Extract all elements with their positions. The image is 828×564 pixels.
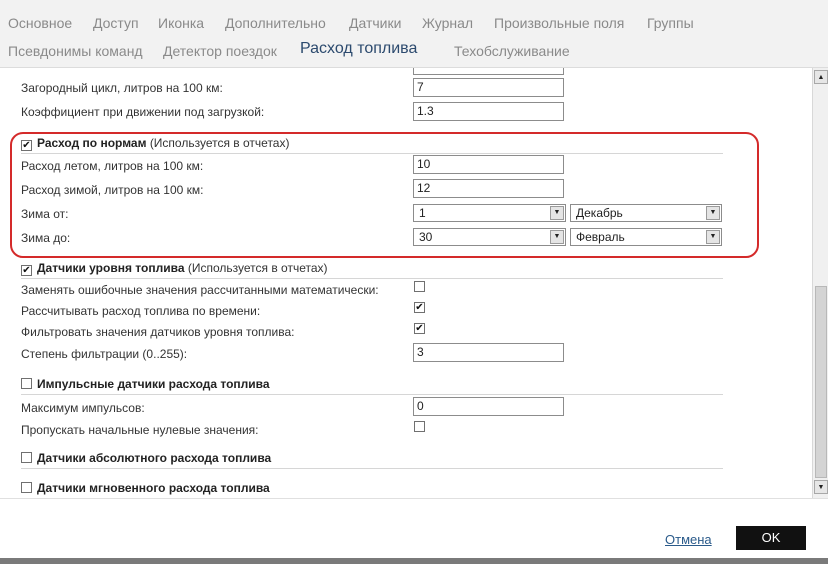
divider (21, 153, 723, 154)
load-coefficient-input[interactable]: 1.3 (413, 102, 564, 121)
winter-to-day-select[interactable]: 30 ▼ (413, 228, 566, 246)
norms-checkbox[interactable]: ✔ (21, 140, 32, 151)
filter-degree-input[interactable]: 3 (413, 343, 564, 362)
load-coefficient-label: Коэффициент при движении под загрузкой: (21, 105, 265, 119)
winter-from-month-value: Декабрь (576, 206, 623, 220)
tab-groups[interactable]: Группы (647, 14, 694, 32)
tab-sensors[interactable]: Датчики (349, 14, 401, 32)
calc-by-time-label: Рассчитывать расход топлива по времени: (21, 304, 261, 318)
replace-errors-label: Заменять ошибочные значения рассчитанным… (21, 283, 379, 297)
ok-button[interactable]: OK (736, 526, 806, 550)
tab-advanced[interactable]: Дополнительно (225, 14, 326, 32)
winter-from-day-value: 1 (419, 206, 426, 220)
filter-values-checkbox[interactable]: ✔ (414, 323, 425, 334)
norms-title: Расход по нормам (37, 136, 147, 150)
chevron-down-icon[interactable]: ▼ (706, 206, 720, 220)
tab-main[interactable]: Основное (8, 14, 72, 32)
dialog-footer: Отмена OK (0, 498, 828, 564)
winter-to-day-value: 30 (419, 230, 433, 244)
divider (21, 278, 723, 279)
tab-fuel-consumption[interactable]: Расход топлива (300, 40, 417, 58)
level-sensors-checkbox[interactable]: ✔ (21, 265, 32, 276)
instant-sensors-header: Датчики мгновенного расхода топлива (21, 481, 270, 495)
suburban-consumption-input[interactable]: 7 (413, 78, 564, 97)
bottom-edge (0, 558, 828, 564)
winter-to-month-value: Февраль (576, 230, 625, 244)
winter-consumption-input[interactable]: 12 (413, 179, 564, 198)
winter-to-label: Зима до: (21, 231, 71, 245)
tab-custom-fields[interactable]: Произвольные поля (494, 14, 624, 32)
absolute-sensors-header: Датчики абсолютного расхода топлива (21, 451, 271, 465)
tab-maintenance[interactable]: Техобслуживание (454, 42, 570, 60)
filter-values-label: Фильтровать значения датчиков уровня топ… (21, 325, 295, 339)
level-sensors-hint: (Используется в отчетах) (187, 261, 328, 275)
absolute-sensors-title: Датчики абсолютного расхода топлива (37, 451, 272, 465)
replace-errors-checkbox[interactable] (414, 281, 425, 292)
scroll-down-arrow-icon[interactable]: ▼ (814, 480, 828, 494)
level-sensors-header: ✔ Датчики уровня топлива (Используется в … (21, 261, 328, 276)
impulse-sensors-title: Импульсные датчики расхода топлива (37, 377, 270, 391)
max-impulses-label: Максимум импульсов: (21, 401, 145, 415)
winter-from-day-select[interactable]: 1 ▼ (413, 204, 566, 222)
calc-by-time-checkbox[interactable]: ✔ (414, 302, 425, 313)
skip-zero-label: Пропускать начальные нулевые значения: (21, 423, 259, 437)
absolute-sensors-checkbox[interactable] (21, 452, 32, 463)
winter-consumption-label: Расход зимой, литров на 100 км: (21, 183, 204, 197)
tab-journal[interactable]: Журнал (422, 14, 473, 32)
tab-trip-detector[interactable]: Детектор поездок (163, 42, 277, 60)
winter-from-month-select[interactable]: Декабрь ▼ (570, 204, 722, 222)
summer-consumption-label: Расход летом, литров на 100 км: (21, 159, 204, 173)
scrollbar-thumb[interactable] (815, 286, 827, 478)
chevron-down-icon[interactable]: ▼ (550, 206, 564, 220)
instant-sensors-title: Датчики мгновенного расхода топлива (37, 481, 270, 495)
tab-icon[interactable]: Иконка (158, 14, 204, 32)
tab-bar: Основное Доступ Иконка Дополнительно Дат… (0, 0, 828, 68)
level-sensors-title: Датчики уровня топлива (37, 261, 185, 275)
divider (21, 394, 723, 395)
divider (21, 468, 723, 469)
impulse-sensors-header: Импульсные датчики расхода топлива (21, 377, 270, 391)
tab-command-aliases[interactable]: Псевдонимы команд (8, 42, 143, 60)
winter-from-label: Зима от: (21, 207, 69, 221)
skip-zero-checkbox[interactable] (414, 421, 425, 432)
summer-consumption-input[interactable]: 10 (413, 155, 564, 174)
impulse-sensors-checkbox[interactable] (21, 378, 32, 389)
norms-section-header: ✔ Расход по нормам (Используется в отчета… (21, 136, 289, 151)
vertical-scrollbar[interactable]: ▲ ▼ (812, 68, 828, 498)
cancel-link[interactable]: Отмена (665, 532, 712, 547)
fuel-settings-panel: Загородный цикл, литров на 100 км: 7 Коэ… (0, 68, 812, 498)
filter-degree-label: Степень фильтрации (0..255): (21, 347, 188, 361)
suburban-label: Загородный цикл, литров на 100 км: (21, 81, 223, 95)
tab-access[interactable]: Доступ (93, 14, 139, 32)
instant-sensors-checkbox[interactable] (21, 482, 32, 493)
chevron-down-icon[interactable]: ▼ (706, 230, 720, 244)
norms-hint: (Используется в отчетах) (149, 136, 290, 150)
scroll-up-arrow-icon[interactable]: ▲ (814, 70, 828, 84)
cut-off-field[interactable] (413, 68, 564, 75)
winter-to-month-select[interactable]: Февраль ▼ (570, 228, 722, 246)
max-impulses-input[interactable]: 0 (413, 397, 564, 416)
chevron-down-icon[interactable]: ▼ (550, 230, 564, 244)
